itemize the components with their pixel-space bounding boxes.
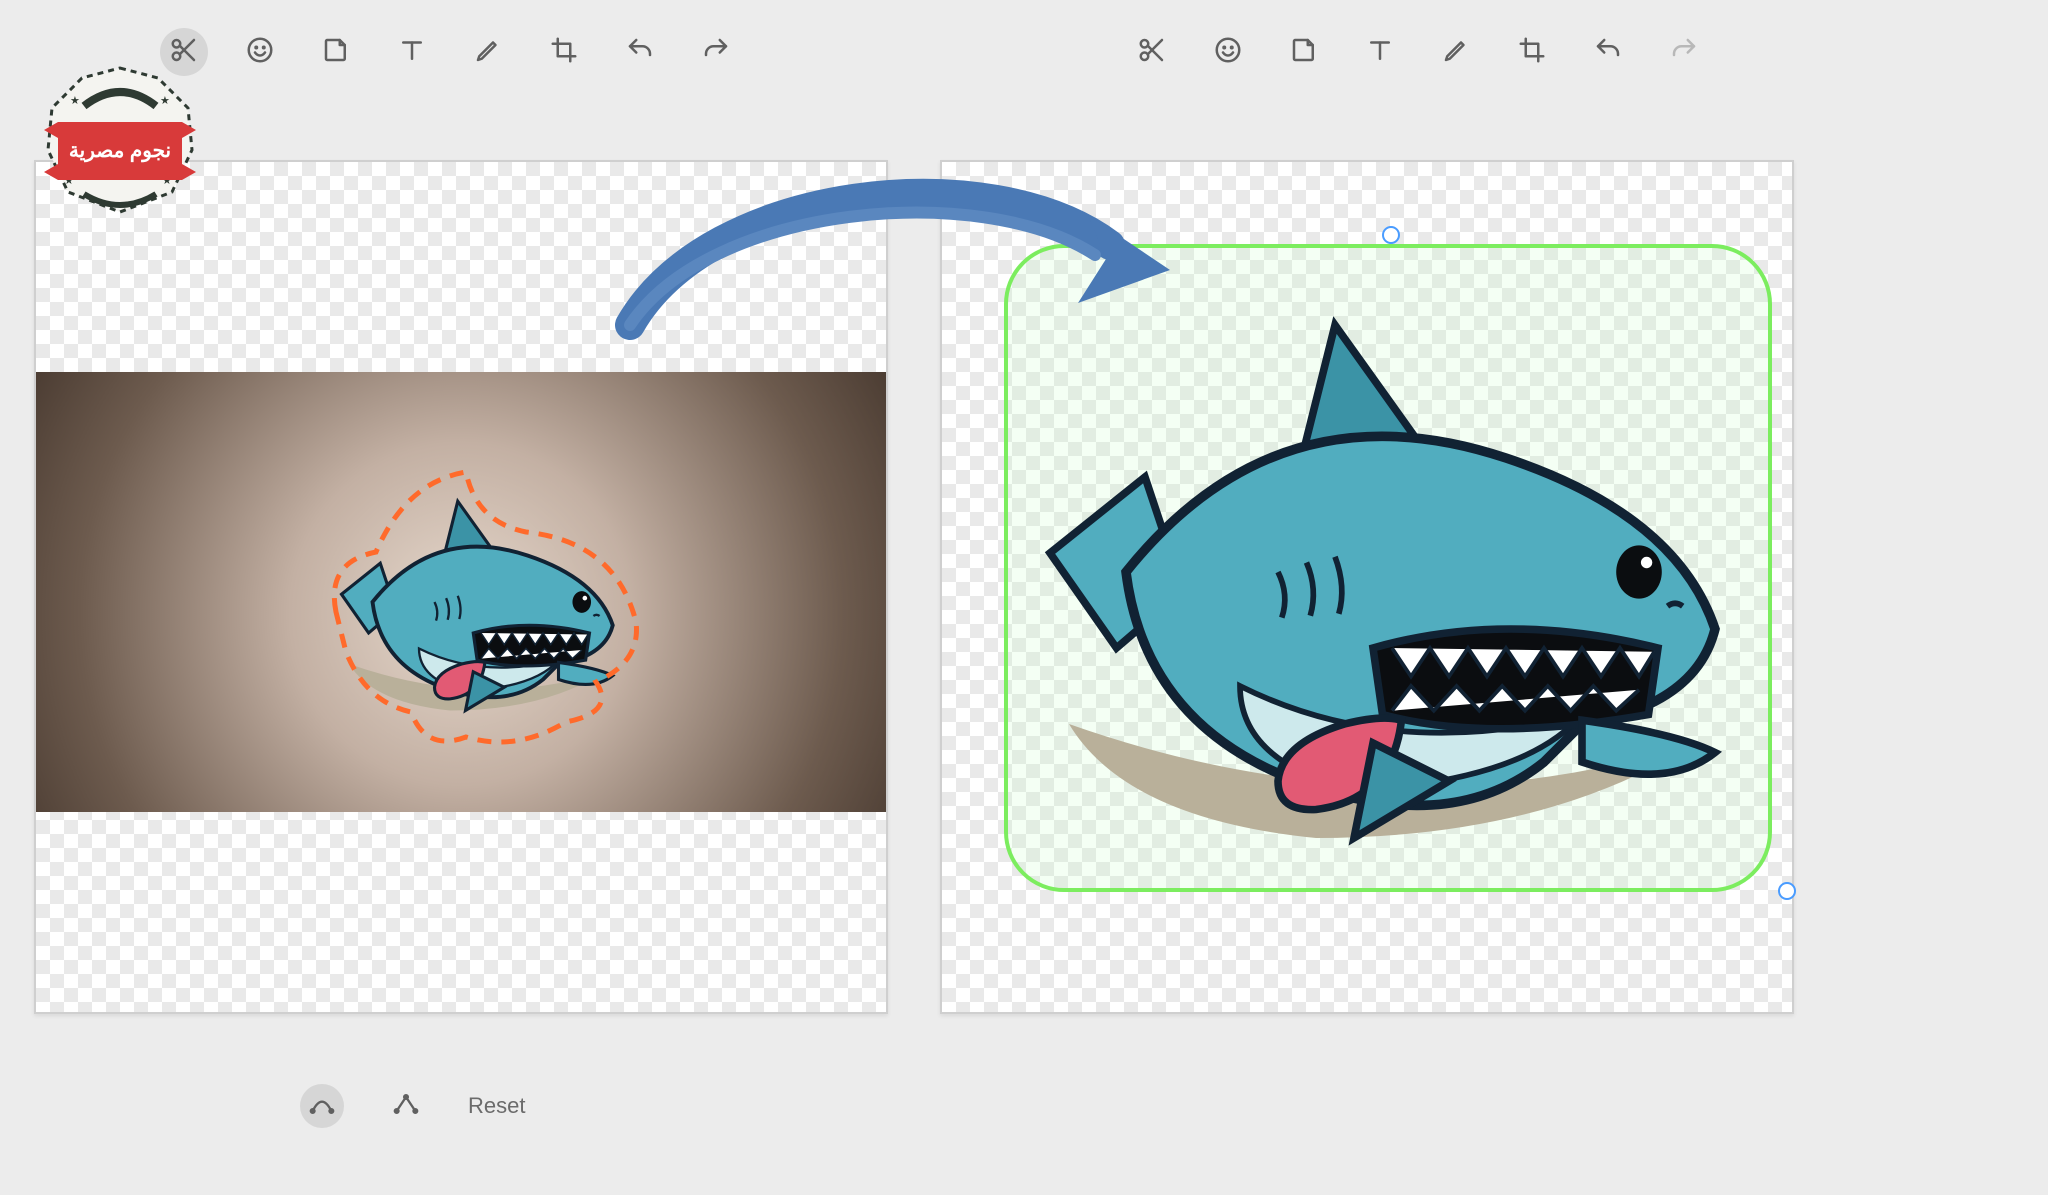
text-icon: [397, 35, 427, 70]
text-icon: [1365, 35, 1395, 70]
pencil-icon: [473, 35, 503, 70]
emoji-icon: [245, 35, 275, 70]
crop-icon: [1517, 35, 1547, 70]
redo-icon: [701, 35, 731, 70]
sticker-tool-button[interactable]: [1280, 28, 1328, 76]
redo-button[interactable]: [1660, 28, 1708, 76]
polyline-icon: [392, 1090, 420, 1123]
selection-handle-top[interactable]: [1382, 226, 1400, 244]
undo-icon: [625, 35, 655, 70]
curve-icon: [308, 1090, 336, 1123]
logo-ribbon-text: نجوم مصرية: [69, 140, 171, 163]
svg-text:★: ★: [160, 95, 170, 107]
text-tool-button[interactable]: [388, 28, 436, 76]
redo-button[interactable]: [692, 28, 740, 76]
site-logo-badge: ★ ★ ★ ★ نجوم مصرية: [40, 60, 200, 220]
curve-mode-button[interactable]: [300, 1084, 344, 1128]
pencil-icon: [1441, 35, 1471, 70]
draw-tool-button[interactable]: [1432, 28, 1480, 76]
source-image[interactable]: [36, 372, 886, 812]
undo-button[interactable]: [1584, 28, 1632, 76]
text-tool-button[interactable]: [1356, 28, 1404, 76]
crop-tool-button[interactable]: [1508, 28, 1556, 76]
sticker-tool-button[interactable]: [312, 28, 360, 76]
reset-button[interactable]: Reset: [468, 1093, 525, 1119]
workflow-arrow-icon: [590, 175, 1180, 355]
draw-tool-button[interactable]: [464, 28, 512, 76]
scissors-icon: [1137, 35, 1167, 70]
selection-handle-corner[interactable]: [1778, 882, 1796, 900]
undo-button[interactable]: [616, 28, 664, 76]
crop-icon: [549, 35, 579, 70]
crop-tool-button[interactable]: [540, 28, 588, 76]
svg-text:★: ★: [70, 95, 80, 107]
emoji-icon: [1213, 35, 1243, 70]
polyline-mode-button[interactable]: [384, 1084, 428, 1128]
emoji-tool-button[interactable]: [236, 28, 284, 76]
emoji-tool-button[interactable]: [1204, 28, 1252, 76]
undo-icon: [1593, 35, 1623, 70]
cut-tool-button[interactable]: [1128, 28, 1176, 76]
sticker-icon: [1289, 35, 1319, 70]
lasso-selection-outline[interactable]: [316, 452, 646, 752]
sticker-icon: [321, 35, 351, 70]
redo-icon: [1669, 35, 1699, 70]
